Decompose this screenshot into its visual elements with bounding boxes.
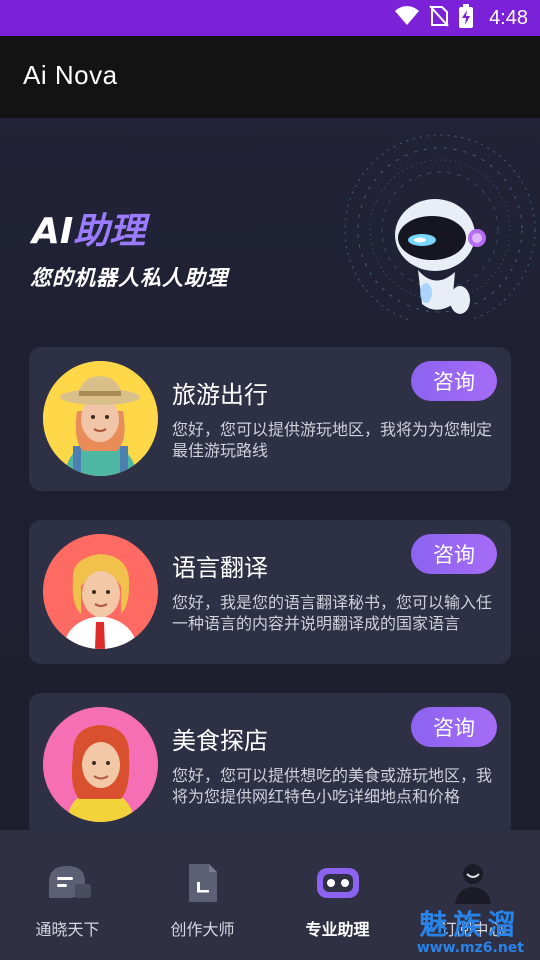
nav-item-general[interactable]: 通晓天下	[0, 830, 135, 960]
user-icon	[450, 862, 496, 904]
consult-button[interactable]: 咨询	[411, 361, 497, 401]
card-title: 旅游出行	[172, 381, 268, 409]
card-description: 您好，我是您的语言翻译秘书，您可以输入任一种语言的内容并说明翻译成的国家语言	[172, 593, 493, 633]
status-bar: 4:48	[0, 0, 540, 36]
assistant-card-food[interactable]: 美食探店 您好，您可以提供想吃的美食或游玩地区，我将为您提供网红特色小吃详细地点…	[29, 693, 511, 837]
watermark: 魅族溜 www.mz6.net	[416, 908, 524, 957]
hero-title-accent: 助理	[73, 211, 146, 252]
hero-title-prefix: AI	[32, 211, 74, 252]
hero-banner: AI助理 您的机器人私人助理	[0, 118, 540, 338]
consult-button[interactable]: 咨询	[411, 707, 497, 747]
chat-bubble-icon	[45, 862, 91, 904]
card-description: 您好，您可以提供游玩地区，我将为为您制定最佳游玩路线	[172, 420, 493, 460]
battery-charging-icon	[459, 4, 474, 32]
status-time: 4:48	[489, 6, 528, 29]
robot-icon	[315, 862, 361, 904]
traveler-avatar	[43, 361, 158, 476]
nav-item-assistant[interactable]: 专业助理	[270, 830, 405, 960]
no-sim-icon	[429, 5, 449, 31]
card-description: 您好，您可以提供想吃的美食或游玩地区，我将为您提供网红特色小吃详细地点和价格	[172, 766, 493, 806]
nav-item-creation[interactable]: 创作大师	[135, 830, 270, 960]
card-title: 语言翻译	[172, 554, 268, 582]
consult-button[interactable]: 咨询	[411, 534, 497, 574]
nav-label: 专业助理	[305, 920, 370, 939]
assistant-card-translation[interactable]: 语言翻译 您好，我是您的语言翻译秘书，您可以输入任一种语言的内容并说明翻译成的国…	[29, 520, 511, 664]
translator-avatar	[43, 534, 158, 649]
document-icon	[180, 862, 226, 904]
nav-label: 通晓天下	[35, 920, 100, 939]
food-explorer-avatar	[43, 707, 158, 822]
robot-illustration	[320, 130, 540, 326]
watermark-text: 魅族溜	[419, 908, 522, 941]
screen: 4:48 Ai Nova AI助理 您的机器人私人助理 旅游出行 您好，您可以提…	[0, 0, 540, 960]
card-title: 美食探店	[172, 727, 268, 755]
watermark-url: www.mz6.net	[416, 940, 524, 956]
nav-label: 创作大师	[170, 920, 235, 939]
bottom-nav: 通晓天下 创作大师 专业助理 订阅中心 魅族溜 www.mz6.net	[0, 830, 540, 960]
assistant-card-travel[interactable]: 旅游出行 您好，您可以提供游玩地区，我将为为您制定最佳游玩路线 咨询	[29, 347, 511, 491]
wifi-icon	[395, 6, 420, 30]
status-icons: 4:48	[395, 0, 528, 36]
hero-subtitle: 您的机器人私人助理	[30, 266, 228, 290]
app-bar: Ai Nova	[0, 36, 540, 118]
hero-title: AI助理	[32, 202, 145, 254]
app-title: Ai Nova	[23, 60, 118, 90]
